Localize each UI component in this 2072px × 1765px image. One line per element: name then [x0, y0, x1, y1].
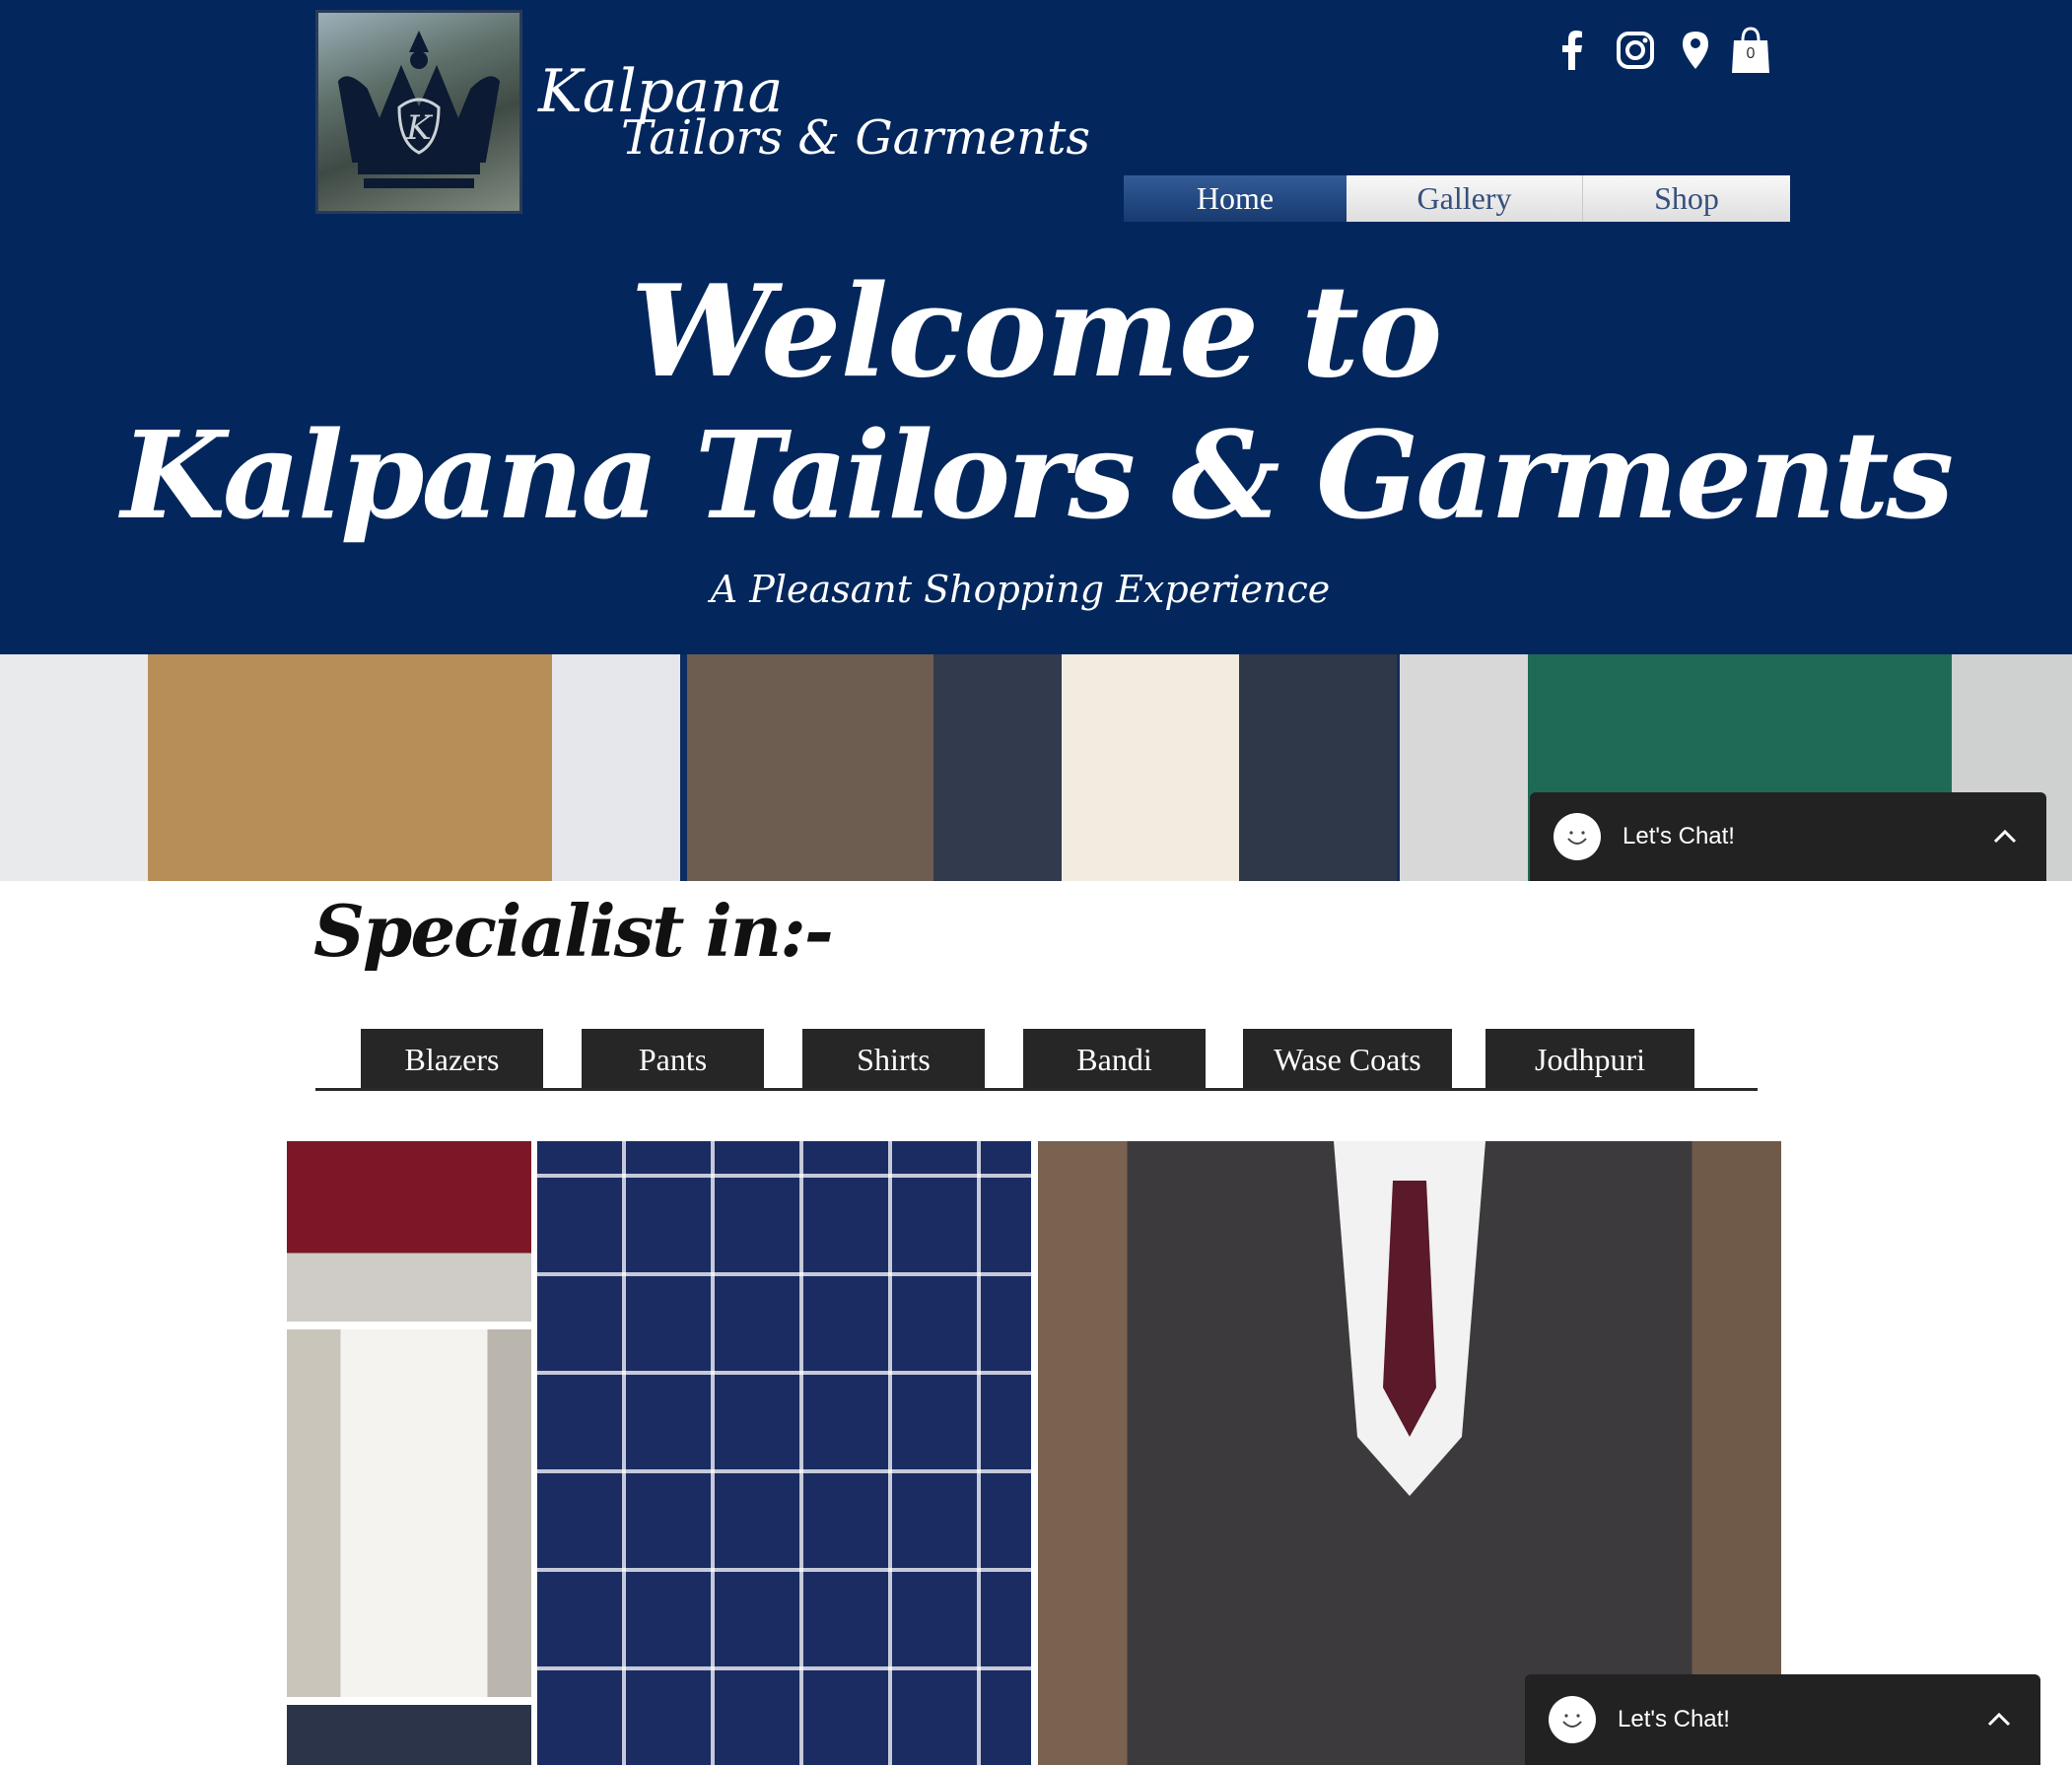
facebook-icon[interactable]	[1552, 26, 1591, 75]
gallery-image-navy-shirt[interactable]	[287, 1705, 531, 1765]
chat-label: Let's Chat!	[1618, 1706, 1730, 1732]
gallery-image-navy-windowpane-suit[interactable]	[537, 1141, 1031, 1765]
smiley-icon	[1549, 1696, 1596, 1743]
crown-icon: K	[337, 31, 501, 188]
chat-widget[interactable]: Let's Chat!	[1525, 1674, 2040, 1765]
nav-gallery[interactable]: Gallery	[1347, 175, 1583, 222]
logo-letter: K	[405, 108, 434, 148]
tab-pants[interactable]: Pants	[582, 1029, 764, 1090]
tab-jodhpuri[interactable]: Jodhpuri	[1485, 1029, 1694, 1090]
tabs-underline	[315, 1088, 1758, 1091]
strip-divider	[680, 654, 687, 881]
nav-home[interactable]: Home	[1124, 175, 1347, 222]
nav-shop[interactable]: Shop	[1583, 175, 1790, 222]
plaid-suit-illustration	[1334, 1141, 1485, 1496]
tagline: A Pleasant Shopping Experience	[710, 568, 1331, 611]
gallery-image-white-check-blazer[interactable]	[287, 1329, 531, 1697]
chevron-up-icon[interactable]	[1993, 830, 2017, 844]
smiley-icon	[1554, 813, 1601, 860]
hero-photo-check-blazer	[687, 654, 1397, 881]
main-nav: Home Gallery Shop	[1124, 175, 1790, 222]
gallery-image-plaid-three-piece[interactable]	[1038, 1141, 1781, 1765]
cart-count: 0	[1746, 45, 1756, 62]
instagram-icon[interactable]	[1611, 26, 1660, 75]
gallery-image-maroon-suit[interactable]	[287, 1141, 531, 1322]
tab-blazers[interactable]: Blazers	[361, 1029, 543, 1090]
brand-logo[interactable]: K	[315, 10, 522, 214]
tab-bandi[interactable]: Bandi	[1023, 1029, 1206, 1090]
specialist-heading: Specialist in:-	[313, 889, 834, 973]
chat-label: Let's Chat!	[1623, 823, 1735, 849]
chat-widget[interactable]: Let's Chat!	[1530, 792, 2046, 881]
welcome-heading: Welcome to	[630, 258, 1443, 406]
hero-photo-tan-blazer	[0, 654, 680, 881]
chevron-up-icon[interactable]	[1987, 1713, 2011, 1727]
site-header: K Kalpana Tailors & Garments 0 Home Gall…	[0, 0, 2072, 654]
brand-subtitle[interactable]: Tailors & Garments	[621, 110, 1090, 166]
shopping-bag-icon[interactable]: 0	[1727, 26, 1774, 75]
welcome-brand-heading: Kalpana Tailors & Garments	[120, 404, 1954, 546]
tab-wase-coats[interactable]: Wase Coats	[1243, 1029, 1452, 1090]
tab-shirts[interactable]: Shirts	[802, 1029, 985, 1090]
map-pin-icon[interactable]	[1676, 26, 1715, 75]
